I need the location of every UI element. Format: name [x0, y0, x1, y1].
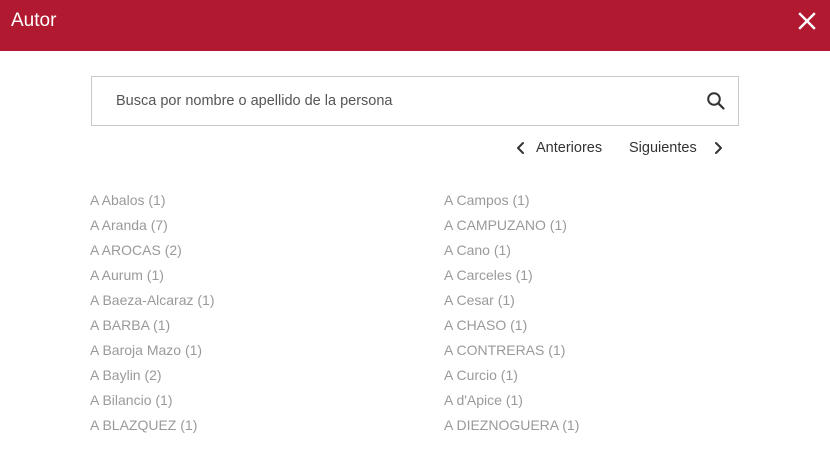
author-item[interactable]: A BARBA (1) [90, 315, 410, 340]
prev-page-label: Anteriores [536, 140, 603, 157]
author-list-right: A Campos (1) A CAMPUZANO (1) A Cano (1) … [444, 190, 764, 440]
next-page-button[interactable]: Siguientes [629, 138, 725, 158]
author-item[interactable]: A Aranda (7) [90, 215, 410, 240]
author-item[interactable]: A AROCAS (2) [90, 240, 410, 265]
author-item[interactable]: A Baroja Mazo (1) [90, 340, 410, 365]
dialog-title: Autor [11, 10, 57, 31]
author-item[interactable]: A Campos (1) [444, 190, 764, 215]
next-page-label: Siguientes [629, 140, 697, 157]
dialog-header: Autor [0, 0, 830, 51]
author-item[interactable]: A BLAZQUEZ (1) [90, 415, 410, 440]
chevron-right-icon [714, 142, 722, 155]
prev-page-button[interactable]: Anteriores [514, 138, 602, 158]
author-item[interactable]: A Abalos (1) [90, 190, 410, 215]
author-item[interactable]: A Baeza-Alcaraz (1) [90, 290, 410, 315]
author-item[interactable]: A Bilancio (1) [90, 390, 410, 415]
search-input[interactable] [116, 77, 696, 125]
author-item[interactable]: A CHASO (1) [444, 315, 764, 340]
search-button[interactable] [706, 91, 726, 111]
close-icon [798, 12, 816, 30]
close-button[interactable] [797, 11, 817, 31]
author-item[interactable]: A Cesar (1) [444, 290, 764, 315]
chevron-left-icon [517, 142, 524, 155]
author-item[interactable]: A CONTRERAS (1) [444, 340, 764, 365]
author-item[interactable]: A d'Apice (1) [444, 390, 764, 415]
author-item[interactable]: A Curcio (1) [444, 365, 764, 390]
author-item[interactable]: A Baylin (2) [90, 365, 410, 390]
author-item[interactable]: A Cano (1) [444, 240, 764, 265]
search-box [91, 76, 739, 126]
author-list-left: A Abalos (1) A Aranda (7) A AROCAS (2) A… [90, 190, 410, 440]
author-item[interactable]: A CAMPUZANO (1) [444, 215, 764, 240]
search-icon [707, 92, 725, 110]
author-item[interactable]: A DIEZNOGUERA (1) [444, 415, 764, 440]
author-item[interactable]: A Aurum (1) [90, 265, 410, 290]
author-item[interactable]: A Carceles (1) [444, 265, 764, 290]
